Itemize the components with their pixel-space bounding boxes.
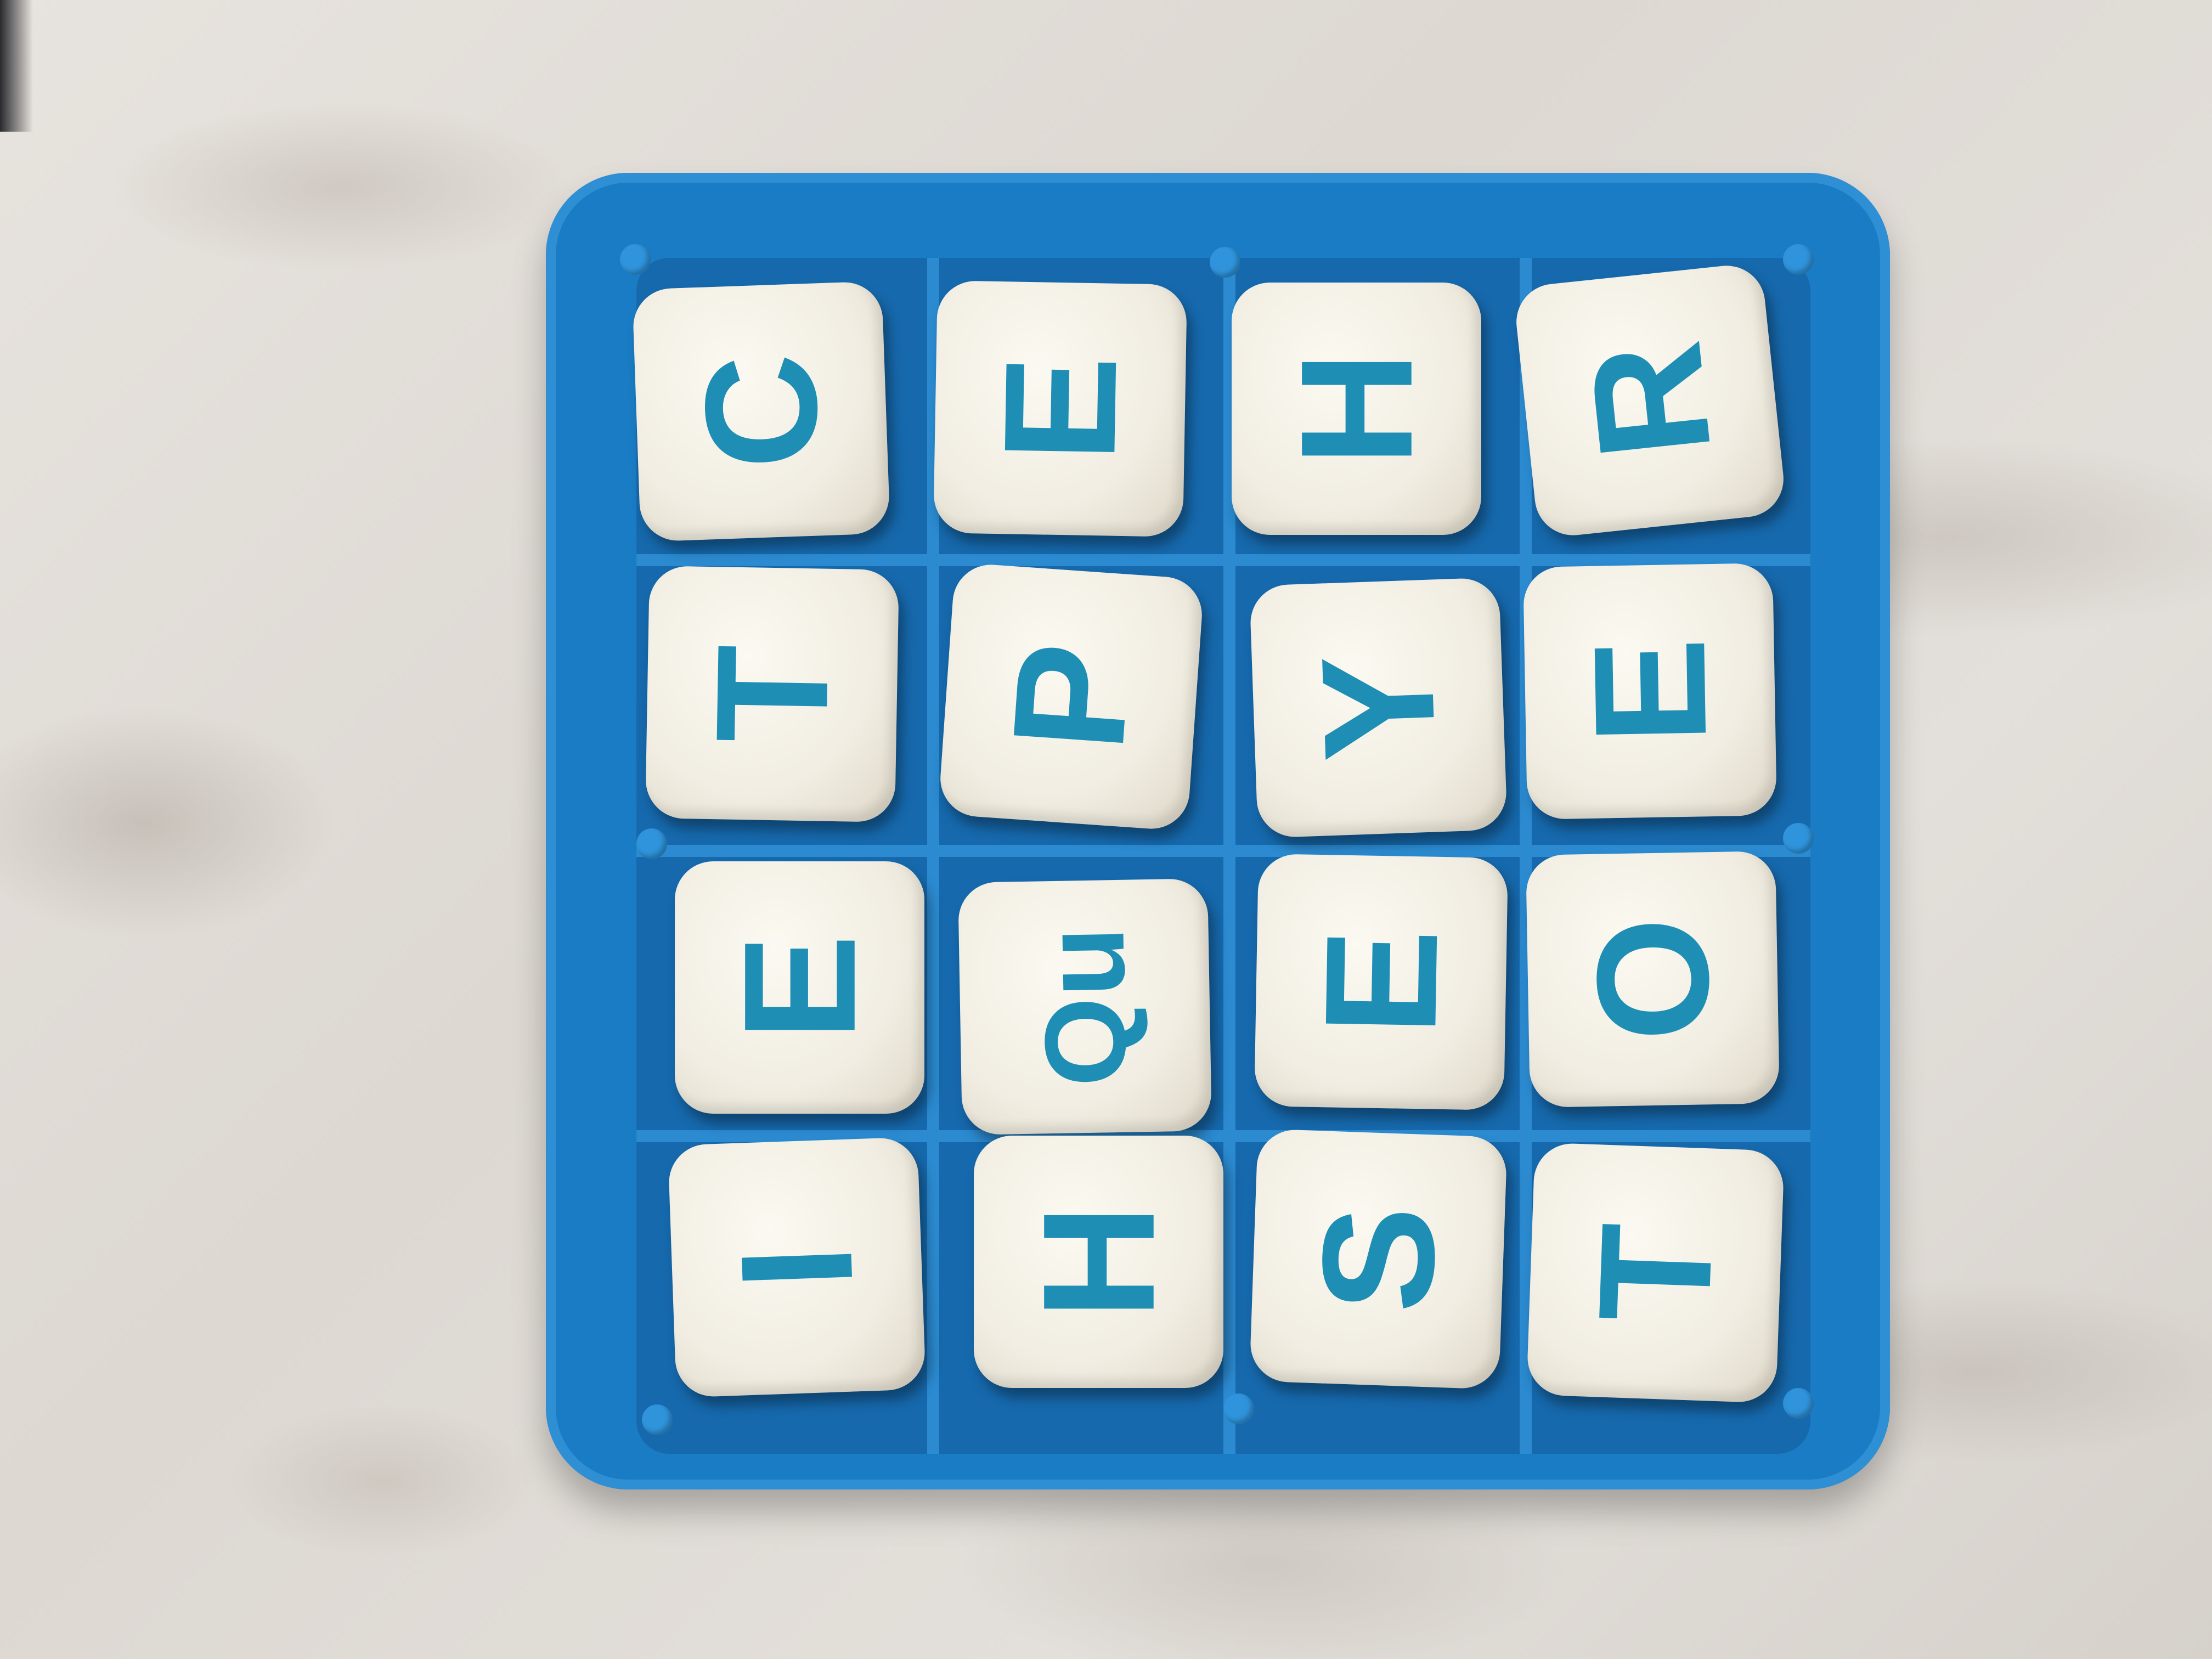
tray-peg — [1783, 244, 1814, 275]
letter-die[interactable]: E — [1523, 563, 1777, 820]
letter-die[interactable]: Qu — [958, 878, 1212, 1135]
letter-die[interactable]: E — [1254, 854, 1508, 1110]
tray-peg — [620, 244, 651, 275]
die-letter: S — [1288, 1203, 1469, 1316]
letter-die[interactable]: S — [1249, 1128, 1508, 1390]
letter-die[interactable]: I — [668, 1137, 926, 1398]
die-letter: O — [1562, 916, 1743, 1043]
die-letter: T — [682, 644, 862, 744]
tray-peg — [1783, 1388, 1814, 1419]
die-letter: P — [979, 637, 1164, 756]
tray-peg — [1223, 1393, 1254, 1424]
tray-peg — [642, 1404, 673, 1435]
letter-die[interactable]: C — [632, 281, 890, 542]
letter-die[interactable]: H — [974, 1136, 1223, 1388]
grid-divider — [636, 554, 1810, 566]
die-letter: C — [670, 351, 853, 472]
letter-die[interactable]: R — [1513, 262, 1787, 539]
letter-die[interactable]: E — [675, 861, 924, 1114]
table-edge-shadow — [0, 0, 33, 132]
die-letter: H — [1267, 351, 1446, 466]
die-letter: R — [1555, 334, 1745, 467]
die-letter: E — [1291, 927, 1471, 1037]
letter-die[interactable]: H — [1232, 283, 1481, 535]
letter-die[interactable]: E — [933, 280, 1187, 537]
die-letter: Y — [1288, 651, 1469, 764]
die-letter: I — [707, 1242, 887, 1293]
die-letter: H — [1009, 1204, 1188, 1319]
letter-die[interactable]: Y — [1249, 577, 1508, 838]
die-letter: T — [1565, 1221, 1746, 1325]
die-letter: E — [710, 934, 889, 1041]
letter-die[interactable]: O — [1526, 851, 1780, 1108]
letter-die[interactable]: P — [938, 562, 1205, 832]
tray-peg — [1783, 823, 1814, 854]
marble-table: C E H R T P Y E E Qu E O I H S T — [0, 0, 2212, 1659]
die-letter: Qu — [1018, 926, 1151, 1088]
die-letter: E — [1560, 636, 1740, 746]
tray-peg — [1210, 247, 1240, 278]
letter-die[interactable]: T — [645, 566, 899, 822]
letter-die[interactable]: T — [1526, 1142, 1785, 1403]
tray-peg — [636, 828, 667, 859]
die-letter: E — [970, 354, 1150, 464]
